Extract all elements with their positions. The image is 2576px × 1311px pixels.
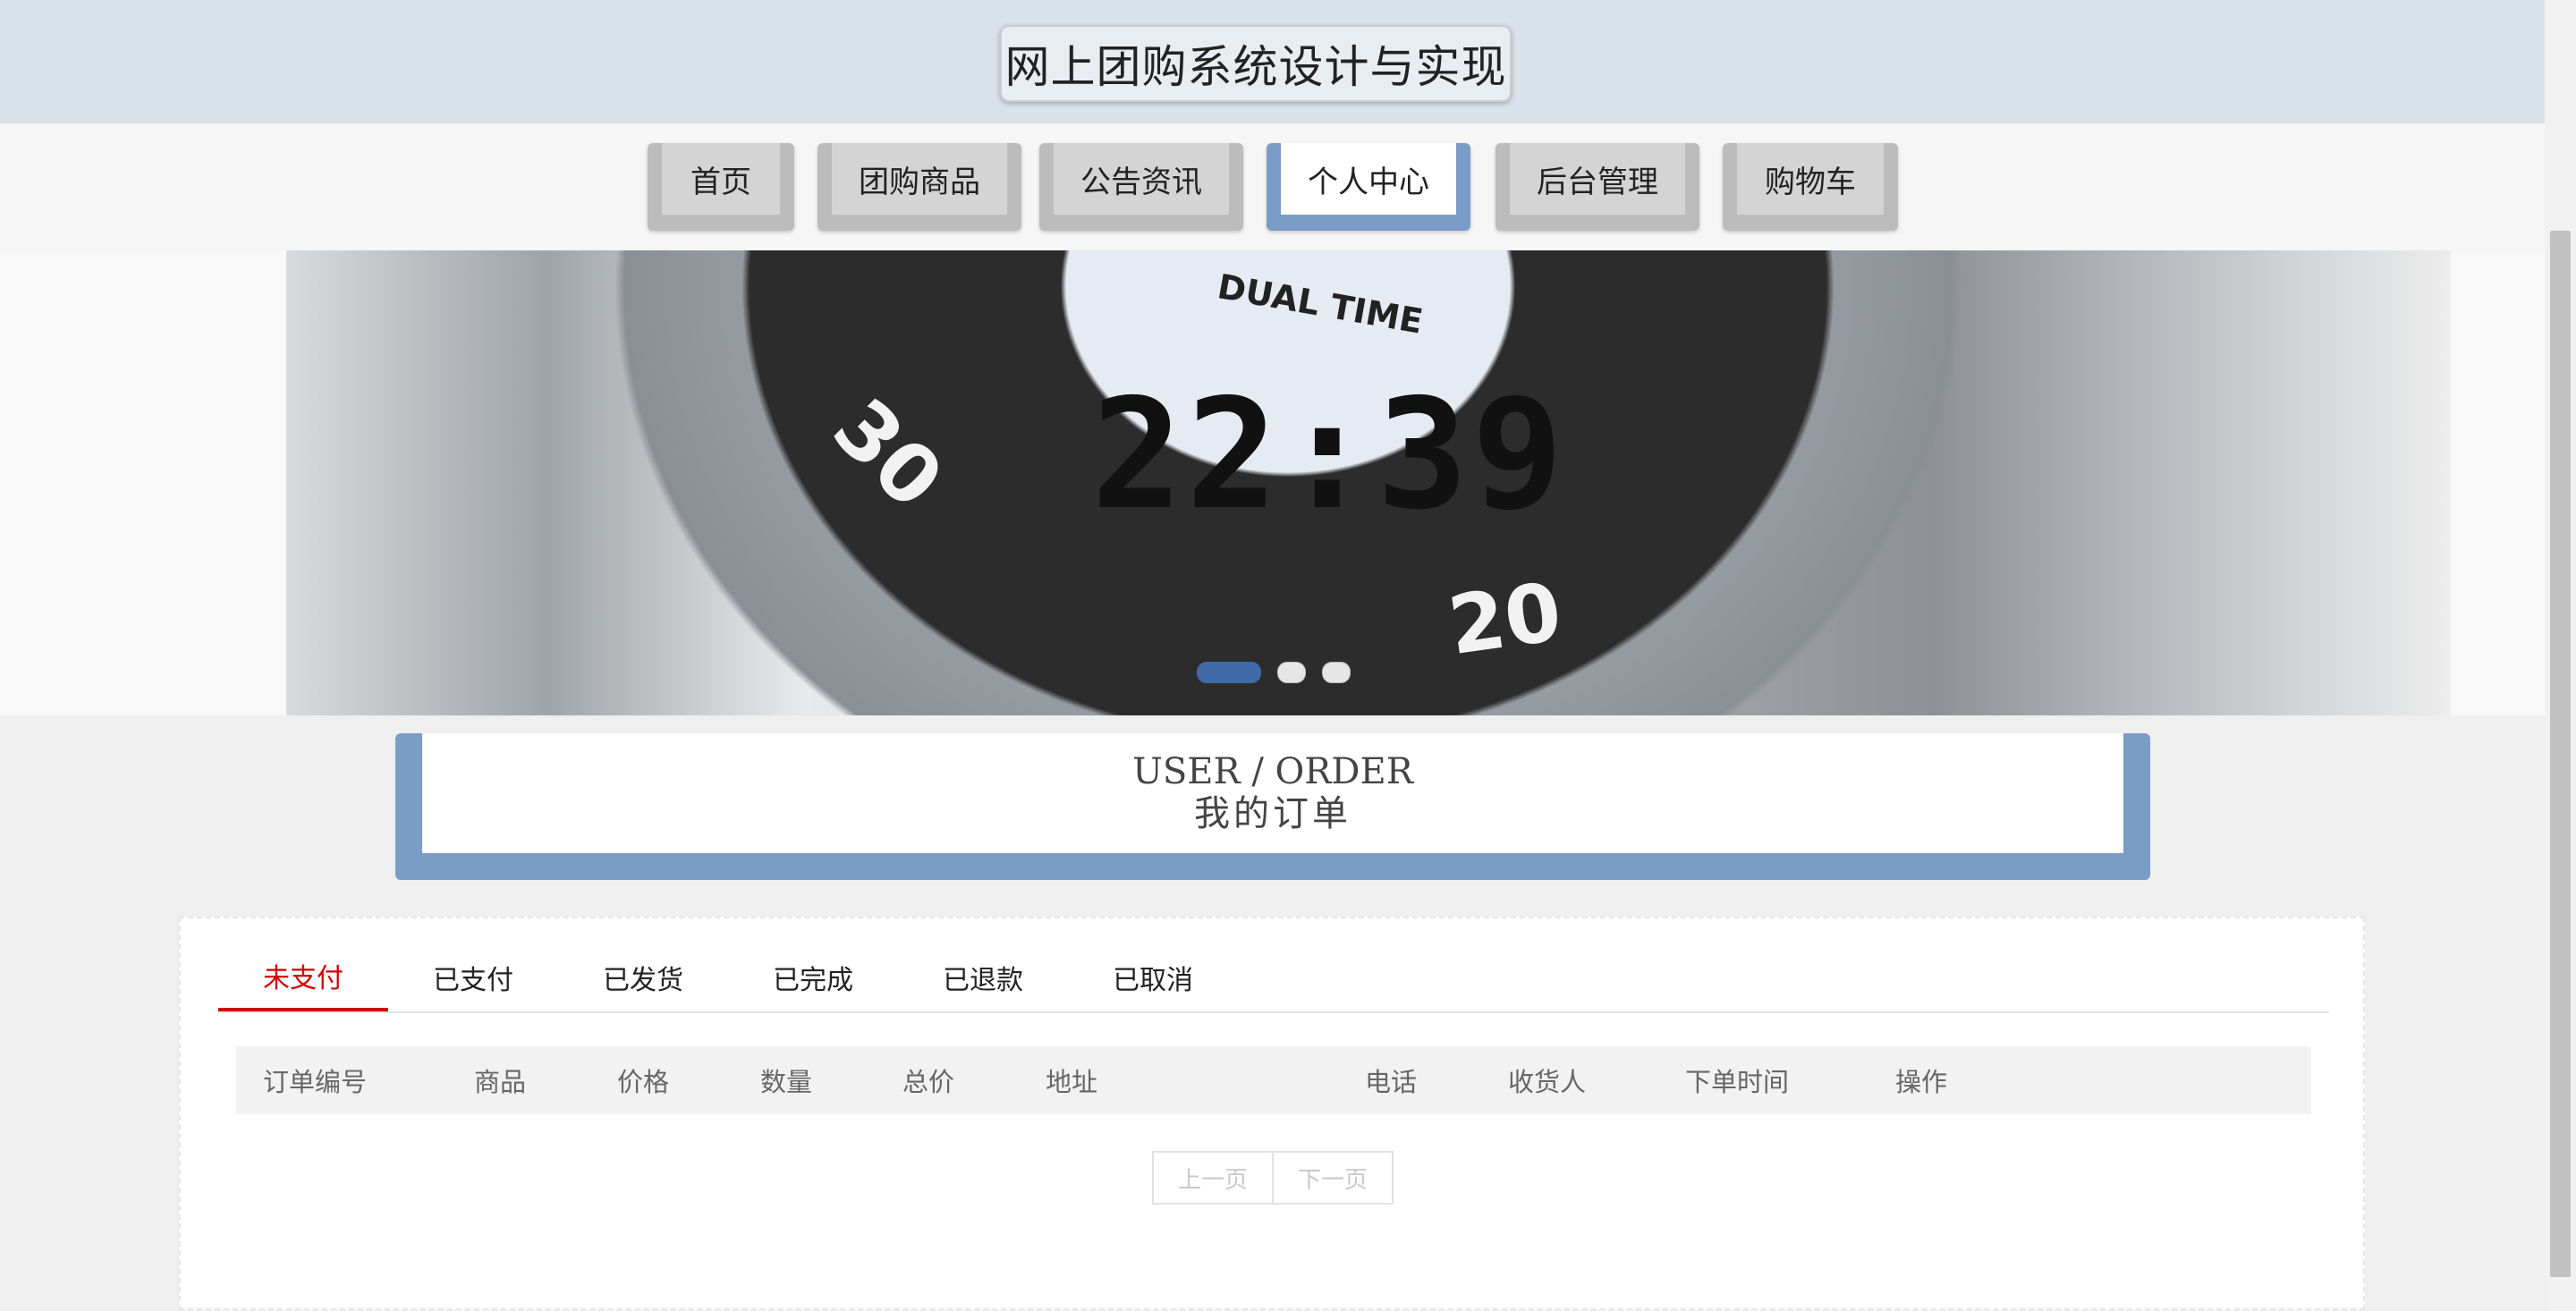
tab-cancelled[interactable]: 已取消 [1068,943,1238,1011]
watch-digital-display: 22:39 [1091,367,1567,544]
vertical-scrollbar[interactable] [2545,0,2576,1311]
section-title-cn: 我的订单 [1194,793,1352,834]
section-title-box: USER / ORDER 我的订单 [395,733,2150,880]
watch-dial-text: DUAL TIME [1214,266,1426,342]
column-header-phone: 电话 [1365,1067,1418,1097]
column-header-order-id: 订单编号 [263,1067,368,1097]
site-title: 网上团购系统设计与实现 [1000,25,1512,102]
tab-completed[interactable]: 已完成 [728,943,898,1011]
tab-refunded[interactable]: 已退款 [898,943,1068,1011]
nav-item-label: 团购商品 [832,143,1007,215]
scrollbar-thumb[interactable] [2550,231,2571,1277]
nav-item-label: 首页 [662,143,780,215]
nav-item-personal-center[interactable]: 个人中心 [1267,143,1470,231]
page: 网上团购系统设计与实现 首页 团购商品 公告资讯 个人中心 后台管理 购物车 D… [0,0,2576,1311]
nav-item-group-products[interactable]: 团购商品 [818,143,1021,231]
site-header: 网上团购系统设计与实现 [0,0,2545,123]
pagination: 上一页 下一页 [1152,1151,1394,1205]
nav-item-cart[interactable]: 购物车 [1723,143,1898,231]
banner-image: DUAL TIME 22:39 30 20 [286,250,2451,715]
order-status-tabs: 未支付 已支付 已发货 已完成 已退款 已取消 [218,943,2329,1013]
carousel-dot[interactable] [1277,662,1306,683]
tab-paid[interactable]: 已支付 [388,943,558,1011]
order-panel: 未支付 已支付 已发货 已完成 已退款 已取消 订单编号 商品 价格 数量 总价… [179,917,2365,1310]
tab-unpaid[interactable]: 未支付 [218,943,388,1011]
column-header-product: 商品 [474,1067,527,1097]
banner-carousel[interactable]: DUAL TIME 22:39 30 20 [0,250,2545,715]
prev-page-button[interactable]: 上一页 [1152,1151,1274,1205]
column-header-address: 地址 [1046,1067,1098,1097]
nav-item-home[interactable]: 首页 [648,143,794,231]
order-table-header: 订单编号 商品 价格 数量 总价 地址 电话 收货人 下单时间 操作 [236,1046,2311,1114]
carousel-dot[interactable] [1197,662,1261,683]
tab-shipped[interactable]: 已发货 [558,943,728,1011]
column-header-actions: 操作 [1895,1067,1948,1097]
column-header-receiver: 收货人 [1508,1067,1587,1097]
column-header-quantity: 数量 [760,1067,813,1097]
watch-bezel-number: 20 [1443,564,1567,674]
column-header-total: 总价 [902,1067,955,1097]
nav-item-label: 个人中心 [1281,143,1456,215]
watch-bezel-number: 30 [815,381,962,527]
section-title-inner: USER / ORDER 我的订单 [422,733,2123,853]
column-header-price: 价格 [617,1067,670,1097]
column-header-order-time: 下单时间 [1685,1067,1790,1097]
nav-item-label: 购物车 [1737,143,1884,215]
nav-item-label: 后台管理 [1510,143,1685,215]
nav-item-label: 公告资讯 [1054,143,1229,215]
carousel-dot[interactable] [1322,662,1351,683]
nav-item-announcements[interactable]: 公告资讯 [1039,143,1243,231]
main-nav: 首页 团购商品 公告资讯 个人中心 后台管理 购物车 [0,123,2545,250]
nav-item-admin[interactable]: 后台管理 [1496,143,1699,231]
next-page-button[interactable]: 下一页 [1274,1151,1394,1205]
carousel-indicators [1197,662,1351,683]
section-title-en: USER / ORDER [1132,751,1413,792]
